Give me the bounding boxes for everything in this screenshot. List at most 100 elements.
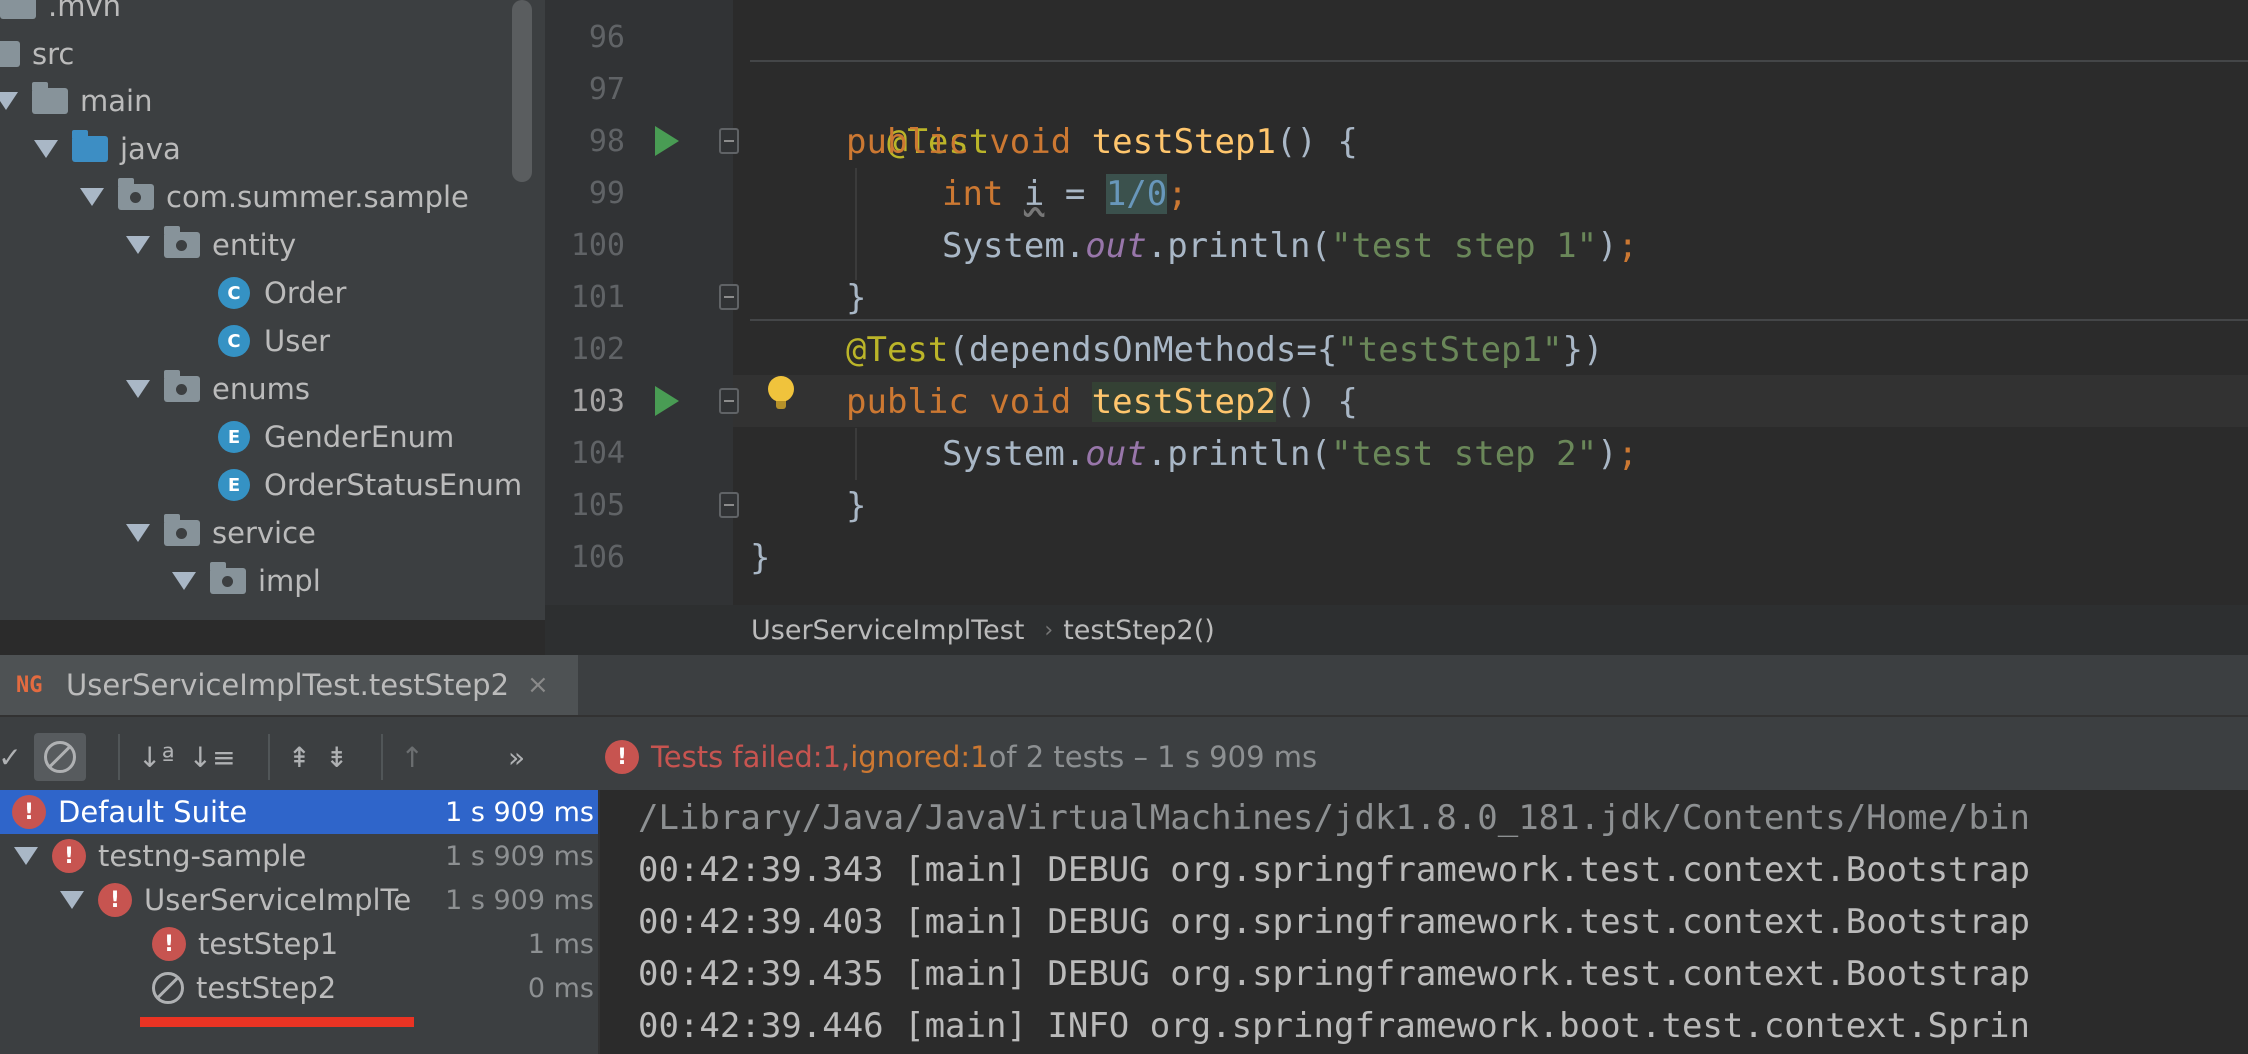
line-number: 96 — [588, 20, 625, 55]
test-node-method[interactable]: ! testStep1 1 ms — [0, 922, 598, 966]
test-node-method[interactable]: testStep2 0 ms — [0, 966, 598, 1010]
code-line-99: int i = 1/0; — [942, 168, 1188, 220]
test-node-suite[interactable]: ! Default Suite 1 s 909 ms — [0, 790, 598, 834]
tree-item-entity[interactable]: entity — [126, 221, 296, 269]
fold-icon[interactable] — [719, 388, 739, 414]
chevron-down-icon[interactable] — [0, 92, 18, 110]
test-node-duration: 1 s 909 ms — [445, 884, 594, 916]
code-token: System. — [942, 226, 1086, 266]
run-test-icon[interactable] — [655, 386, 679, 416]
enum-icon: E — [218, 421, 250, 453]
chevron-down-icon[interactable] — [60, 891, 84, 909]
test-node-duration: 1 s 909 ms — [445, 796, 594, 828]
fold-icon[interactable] — [719, 128, 739, 154]
package-icon — [164, 514, 200, 546]
tree-item-src[interactable]: src — [0, 30, 74, 78]
test-node-module[interactable]: ! testng-sample 1 s 909 ms — [0, 834, 598, 878]
test-node-class[interactable]: ! UserServiceImplTe 1 s 909 ms — [0, 878, 598, 922]
lightbulb-icon[interactable] — [768, 376, 794, 409]
tree-item-main[interactable]: main — [0, 77, 152, 125]
chevron-down-icon[interactable] — [126, 380, 150, 398]
method-separator — [750, 60, 2248, 62]
run-test-icon[interactable] — [655, 126, 679, 156]
line-number: 102 — [570, 332, 625, 367]
breadcrumb-method[interactable]: testStep2() — [1063, 615, 1215, 646]
tree-item-java[interactable]: java — [34, 125, 181, 173]
test-status-summary: ! Tests failed: 1 , ignored: 1 of 2 test… — [605, 717, 1317, 797]
code-token: () { — [1275, 122, 1358, 162]
code-token: () { — [1275, 382, 1358, 422]
method-name-token: testStep1 — [1091, 122, 1276, 162]
project-tree-panel: .mvn src main java com.summer.sample ent… — [0, 0, 545, 620]
test-node-name: testStep1 — [198, 927, 339, 961]
fold-icon[interactable] — [719, 492, 739, 518]
console-line: /Library/Java/JavaVirtualMachines/jdk1.8… — [638, 798, 2030, 838]
tree-item-order[interactable]: C Order — [218, 269, 346, 317]
tree-item-label: src — [32, 37, 75, 71]
previous-failed-button[interactable]: ↑ — [401, 733, 424, 781]
error-icon: ! — [98, 883, 132, 917]
folder-icon — [0, 41, 20, 67]
tree-item-enums[interactable]: enums — [126, 365, 310, 413]
test-node-name: UserServiceImplTe — [144, 883, 412, 917]
code-token: } — [846, 486, 867, 526]
tree-item-package-root[interactable]: com.summer.sample — [80, 173, 469, 221]
expand-all-button[interactable]: ⇞ — [288, 733, 311, 781]
code-line-103: public void testStep2() { — [846, 376, 1358, 428]
chevron-down-icon[interactable] — [172, 572, 196, 590]
toolbar-divider — [267, 734, 270, 780]
chevron-down-icon[interactable] — [80, 188, 104, 206]
run-tab[interactable]: NG UserServiceImplTest.testStep2 × — [0, 655, 578, 715]
console-output[interactable]: /Library/Java/JavaVirtualMachines/jdk1.8… — [598, 790, 2248, 1054]
tree-item-label: Order — [264, 276, 347, 310]
test-results-tree: ! Default Suite 1 s 909 ms ! testng-samp… — [0, 790, 598, 1054]
code-token: } — [846, 278, 867, 318]
highlight-underline — [140, 1017, 414, 1027]
line-number: 100 — [570, 228, 625, 263]
code-token: = — [1044, 174, 1106, 214]
package-icon — [118, 178, 154, 210]
console-line: 00:42:39.446 [main] INFO org.springframe… — [638, 1006, 2030, 1046]
test-node-duration: 0 ms — [527, 972, 594, 1004]
test-node-name: testStep2 — [196, 971, 337, 1005]
tree-vertical-scrollbar[interactable] — [512, 0, 532, 182]
line-number: 97 — [588, 72, 625, 107]
show-ignored-toggle[interactable] — [34, 733, 86, 781]
chevron-down-icon[interactable] — [14, 847, 38, 865]
number-token: 1/0 — [1105, 174, 1168, 214]
tree-item-user[interactable]: C User — [218, 317, 330, 365]
tree-item-order-status-enum[interactable]: E OrderStatusEnum — [218, 461, 522, 509]
console-line: 00:42:39.343 [main] DEBUG org.springfram… — [638, 850, 2030, 890]
sort-by-duration-button[interactable]: ↓≡ — [189, 733, 236, 781]
code-token: ; — [1617, 226, 1639, 266]
tree-item-service[interactable]: service — [126, 509, 316, 557]
fold-icon[interactable] — [719, 284, 739, 310]
code-line-97: @Test — [846, 64, 989, 162]
show-passed-icon[interactable]: ✓ — [0, 733, 22, 781]
collapse-all-button[interactable]: ⇟ — [325, 733, 348, 781]
test-node-duration: 1 ms — [527, 928, 594, 960]
chevron-down-icon[interactable] — [126, 236, 150, 254]
tree-item-label: java — [120, 132, 181, 166]
test-runner-toolbar: ✓ ↓ª ↓≡ ⇞ ⇟ ↑ » — [0, 717, 595, 797]
folder-icon — [32, 82, 68, 114]
tree-scroll-track — [0, 614, 545, 620]
close-icon[interactable]: × — [527, 670, 549, 700]
breadcrumb-class[interactable]: UserServiceImplTest — [751, 615, 1024, 646]
sort-alphabetically-button[interactable]: ↓ª — [138, 733, 175, 781]
error-icon: ! — [605, 740, 639, 774]
chevron-down-icon[interactable] — [126, 524, 150, 542]
keyword-token: void — [989, 122, 1072, 162]
line-number: 106 — [570, 540, 625, 575]
chevron-down-icon[interactable] — [34, 140, 58, 158]
line-number: 99 — [588, 176, 625, 211]
tree-item-impl[interactable]: impl — [172, 557, 321, 605]
tree-item-label: User — [264, 324, 331, 358]
breadcrumb-separator: › — [1044, 617, 1054, 643]
more-actions-button[interactable]: » — [508, 733, 525, 781]
error-icon: ! — [152, 927, 186, 961]
test-node-duration: 1 s 909 ms — [445, 840, 594, 872]
tree-item-label: com.summer.sample — [166, 180, 469, 214]
tree-item-gender-enum[interactable]: E GenderEnum — [218, 413, 454, 461]
tree-item-mvn[interactable]: .mvn — [0, 0, 121, 30]
